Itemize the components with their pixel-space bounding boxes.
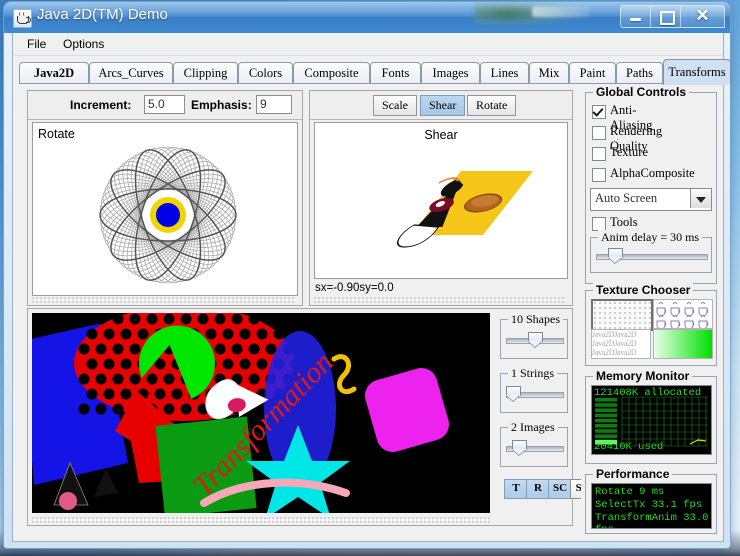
shapes-slider-group: 10 Shapes bbox=[500, 312, 568, 359]
texture-chooser-group: Texture Chooser Java2DJava2D Java2DJava2… bbox=[585, 283, 717, 366]
tab-mix[interactable]: Mix bbox=[529, 62, 569, 84]
increment-label: Increment: bbox=[70, 98, 132, 112]
images-count-label: 2 Images bbox=[508, 420, 558, 435]
close-icon: ✕ bbox=[695, 6, 710, 25]
texture-text-line: Java2DJava2D bbox=[592, 330, 637, 339]
menu-bar: File Options bbox=[13, 33, 723, 56]
global-controls-title: Global Controls bbox=[593, 85, 689, 99]
performance-line: TransformAnim 33.0 fps bbox=[595, 512, 709, 528]
performance-group: Performance Rotate 9 ms SelectTx 33.1 fp… bbox=[585, 467, 717, 534]
shapes-count-label: 10 Shapes bbox=[508, 312, 563, 327]
checkbox-label: AlphaComposite bbox=[610, 166, 695, 180]
chevron-down-icon[interactable] bbox=[690, 189, 711, 208]
memory-monitor-display[interactable]: 121408K allocated 20410K used bbox=[591, 385, 712, 455]
rotate-button[interactable]: Rotate bbox=[467, 95, 517, 116]
emphasis-input[interactable]: 9 bbox=[256, 95, 292, 114]
transform-anim-panel: Transformation 10 Shapes 1 Strings 2 Ima… bbox=[27, 308, 596, 526]
tab-lines[interactable]: Lines bbox=[480, 62, 529, 84]
rotate-control-bar: Increment: 5.0 Emphasis: 9 bbox=[28, 91, 302, 120]
window-title: Java 2D(TM) Demo bbox=[37, 6, 168, 23]
tab-colors[interactable]: Colors bbox=[238, 62, 293, 84]
shear-panel-grip[interactable] bbox=[314, 297, 566, 303]
duke-sheared-image bbox=[396, 171, 533, 248]
performance-line: SelectTx 33.1 fps bbox=[595, 499, 703, 511]
rotate-demo-panel: Increment: 5.0 Emphasis: 9 Rotate bbox=[27, 90, 303, 306]
global-controls-group: Global Controls Anti-Aliasing Rendering … bbox=[585, 85, 717, 284]
anim-delay-label: Anim delay = 30 ms bbox=[598, 230, 703, 245]
toggle-translate[interactable]: T bbox=[504, 479, 528, 499]
menu-file[interactable]: File bbox=[21, 36, 52, 52]
checkbox-box bbox=[592, 217, 606, 231]
controls-sidebar: Global Controls Anti-Aliasing Rendering … bbox=[581, 84, 719, 536]
tab-paths[interactable]: Paths bbox=[616, 62, 663, 84]
app-window: Java 2D(TM) Demo ✕ File Options Java2D A… bbox=[4, 2, 731, 548]
performance-line: Rotate 9 ms bbox=[595, 486, 665, 498]
tab-fonts[interactable]: Fonts bbox=[370, 62, 421, 84]
shear-canvas[interactable]: Shear bbox=[314, 122, 568, 279]
memory-monitor-group: Memory Monitor 121408K allocated 20410K … bbox=[585, 369, 717, 464]
checkbox-box bbox=[592, 105, 606, 119]
minimize-button[interactable] bbox=[620, 5, 651, 28]
images-slider-group: 2 Images bbox=[500, 420, 568, 467]
transform-anim-canvas[interactable]: Transformation bbox=[32, 313, 490, 513]
rotate-canvas[interactable]: Rotate bbox=[32, 122, 298, 296]
desktop-bleed-artifact-2 bbox=[532, 6, 590, 17]
toggle-scale[interactable]: SC bbox=[548, 479, 572, 499]
java-cup-icon bbox=[13, 9, 32, 28]
images-slider[interactable] bbox=[506, 440, 564, 456]
anim-panel-grip[interactable] bbox=[32, 517, 490, 523]
strings-slider[interactable] bbox=[506, 386, 564, 402]
emphasis-label: Emphasis: bbox=[191, 98, 252, 112]
client-area: File Options Java2D Arcs_Curves Clipping… bbox=[12, 33, 731, 542]
screen-select-dropdown[interactable]: Auto Screen bbox=[590, 188, 712, 211]
checkbox-box bbox=[592, 147, 606, 161]
anim-delay-group: Anim delay = 30 ms bbox=[590, 230, 712, 273]
screen-select-value: Auto Screen bbox=[595, 191, 658, 205]
maximize-icon bbox=[660, 11, 675, 25]
texture-chooser-title: Texture Chooser bbox=[593, 283, 694, 297]
demo-area: Increment: 5.0 Emphasis: 9 Rotate Scale … bbox=[19, 84, 596, 536]
tab-transforms[interactable]: Transforms bbox=[663, 59, 731, 85]
close-button[interactable]: ✕ bbox=[681, 5, 725, 28]
shear-button[interactable]: Shear bbox=[420, 95, 466, 116]
memory-monitor-title: Memory Monitor bbox=[593, 369, 693, 383]
window-controls: ✕ bbox=[620, 5, 725, 28]
anim-delay-slider[interactable] bbox=[596, 248, 708, 264]
toggle-rotate[interactable]: R bbox=[526, 479, 550, 499]
strings-slider-group: 1 Strings bbox=[500, 366, 568, 413]
performance-display[interactable]: Rotate 9 ms SelectTx 33.1 fps TransformA… bbox=[591, 483, 712, 529]
minimize-icon bbox=[630, 18, 641, 21]
title-bar: Java 2D(TM) Demo ✕ bbox=[4, 2, 730, 33]
checkbox-label: Texture bbox=[610, 145, 648, 159]
texture-swatch-checkered[interactable] bbox=[591, 299, 653, 331]
tab-arcs-curves[interactable]: Arcs_Curves bbox=[89, 62, 173, 84]
texture-text-line: Java2DJava2D bbox=[592, 339, 637, 348]
selecttx-control-bar: Scale Shear Rotate bbox=[310, 91, 572, 120]
rotate-spirograph bbox=[99, 146, 237, 284]
tab-paint[interactable]: Paint bbox=[569, 62, 616, 84]
checkbox-box bbox=[592, 168, 606, 182]
tab-composite[interactable]: Composite bbox=[293, 62, 370, 84]
strings-count-label: 1 Strings bbox=[508, 366, 558, 381]
rotate-panel-grip[interactable] bbox=[32, 297, 296, 303]
maximize-button[interactable] bbox=[651, 5, 681, 28]
shear-status-text: sx=-0.90sy=0.0 bbox=[315, 282, 394, 294]
tab-images[interactable]: Images bbox=[421, 62, 480, 84]
tab-clipping[interactable]: Clipping bbox=[173, 62, 238, 84]
increment-input[interactable]: 5.0 bbox=[144, 95, 185, 114]
texture-swatch-green-gradient[interactable] bbox=[653, 329, 713, 359]
scale-button[interactable]: Scale bbox=[373, 95, 417, 116]
performance-title: Performance bbox=[593, 467, 673, 481]
checkbox-label: Tools bbox=[610, 215, 638, 229]
selecttx-demo-panel: Scale Shear Rotate Shear sx=-0.90sy=0.0 bbox=[309, 90, 573, 306]
texture-swatch-java-cups[interactable] bbox=[653, 299, 713, 329]
texture-text-line: Java2DJava2D bbox=[592, 348, 637, 357]
checkbox-box bbox=[592, 126, 606, 140]
tab-java2d[interactable]: Java2D bbox=[19, 62, 89, 84]
shapes-slider[interactable] bbox=[506, 332, 564, 348]
tab-strip: Java2D Arcs_Curves Clipping Colors Compo… bbox=[19, 59, 731, 85]
menu-options[interactable]: Options bbox=[57, 36, 110, 52]
texture-swatch-java2d-text[interactable]: Java2DJava2D Java2DJava2D Java2DJava2D bbox=[591, 329, 651, 359]
